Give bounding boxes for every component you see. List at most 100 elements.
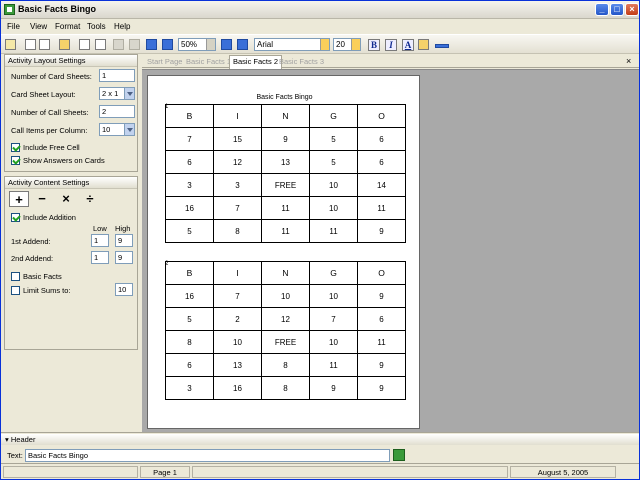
card-cell[interactable]: 11 [309,353,358,377]
addition-button[interactable]: + [9,191,29,207]
header-text-input[interactable]: Basic Facts Bingo [25,449,390,462]
call-items-select[interactable]: 10 [99,123,135,136]
card-cell[interactable]: 9 [309,376,358,400]
maximize-button[interactable]: □ [610,3,624,16]
card-cell[interactable]: FREE [261,330,310,354]
card-cell[interactable]: 6 [357,127,406,151]
menu-file[interactable]: File [7,22,20,31]
card-cell[interactable]: 9 [357,353,406,377]
card-cell[interactable]: 10 [213,330,262,354]
card-cell[interactable]: 10 [309,284,358,308]
page-icon[interactable] [79,39,90,50]
menu-format[interactable]: Format [55,22,80,31]
prev-page-icon[interactable] [129,39,140,50]
card-cell[interactable]: 7 [213,284,262,308]
zoom-select[interactable]: 50% [178,38,216,51]
paste-icon[interactable] [95,39,106,50]
first-addend-low-input[interactable]: 1 [91,234,109,247]
card-cell[interactable]: 9 [357,284,406,308]
card-cell[interactable]: 2 [213,307,262,331]
tab-basic-facts-2[interactable]: Basic Facts 2 [229,55,283,69]
zoom-out-icon[interactable] [237,39,248,50]
menu-view[interactable]: View [30,22,47,31]
tab-basic-facts-1[interactable]: Basic Facts 1 [183,56,234,68]
new-icon[interactable] [5,39,16,50]
tab-basic-facts-3[interactable]: Basic Facts 3 [276,56,327,68]
open-icon[interactable] [25,39,36,50]
card-sheet-layout-select[interactable]: 2 x 1 [99,87,135,100]
close-tab-icon[interactable]: × [626,56,631,66]
show-answers-checkbox[interactable] [11,156,20,165]
card-cell[interactable]: 13 [213,353,262,377]
card-cell[interactable]: 3 [165,173,214,197]
tab-start-page[interactable]: Start Page [144,56,185,68]
card-cell[interactable]: 11 [261,196,310,220]
card-cell[interactable]: 7 [309,307,358,331]
minimize-button[interactable]: _ [595,3,609,16]
card-cell[interactable]: 5 [309,127,358,151]
card-cell[interactable]: 8 [165,330,214,354]
include-addition-checkbox[interactable] [11,213,20,222]
card-cell[interactable]: 11 [309,219,358,243]
italic-button[interactable]: I [385,39,397,51]
card-cell[interactable]: 14 [357,173,406,197]
zoom-in-icon[interactable] [221,39,232,50]
card-cell[interactable]: 8 [261,376,310,400]
card-cell[interactable]: 16 [165,284,214,308]
card-cell[interactable]: 10 [309,173,358,197]
second-addend-high-input[interactable]: 9 [115,251,133,264]
card-cell[interactable]: 9 [261,127,310,151]
card-cell[interactable]: FREE [261,173,310,197]
card-cell[interactable]: 5 [165,219,214,243]
subtraction-button[interactable]: − [32,191,52,207]
card-cell[interactable]: 16 [165,196,214,220]
card-cell[interactable]: 3 [165,376,214,400]
card-cell[interactable]: 12 [261,307,310,331]
basic-facts-checkbox[interactable] [11,272,20,281]
first-addend-high-input[interactable]: 9 [115,234,133,247]
next-page-icon[interactable] [146,39,157,50]
include-free-cell-checkbox[interactable] [11,143,20,152]
card-cell[interactable]: 15 [213,127,262,151]
card-cell[interactable]: 8 [213,219,262,243]
menu-tools[interactable]: Tools [87,22,106,31]
line-style-icon[interactable] [435,44,449,48]
num-card-sheets-input[interactable]: 1 [99,69,135,82]
card-cell[interactable]: 16 [213,376,262,400]
bold-button[interactable]: B [368,39,380,51]
card-cell[interactable]: 6 [165,150,214,174]
division-button[interactable]: ÷ [80,191,100,207]
card-cell[interactable]: 11 [261,219,310,243]
last-page-icon[interactable] [162,39,173,50]
card-cell[interactable]: 7 [165,127,214,151]
card-cell[interactable]: 9 [357,219,406,243]
card-cell[interactable]: 7 [213,196,262,220]
card-cell[interactable]: 12 [213,150,262,174]
card-cell[interactable]: 6 [357,150,406,174]
wizard-icon[interactable] [59,39,70,50]
num-call-sheets-input[interactable]: 2 [99,105,135,118]
card-cell[interactable]: 10 [309,196,358,220]
card-cell[interactable]: 6 [165,353,214,377]
limit-sums-input[interactable]: 10 [115,283,133,296]
highlight-icon[interactable] [418,39,429,50]
card-cell[interactable]: 9 [357,376,406,400]
limit-sums-checkbox[interactable] [11,286,20,295]
card-cell[interactable]: 13 [261,150,310,174]
card-cell[interactable]: 6 [357,307,406,331]
card-cell[interactable]: 11 [357,330,406,354]
card-cell[interactable]: 10 [261,284,310,308]
card-cell[interactable]: 11 [357,196,406,220]
multiplication-button[interactable]: × [56,191,76,207]
header-panel-toggle[interactable]: ▾ Header [1,434,639,445]
underline-button[interactable]: A [402,39,414,51]
card-cell[interactable]: 5 [309,150,358,174]
card-cell[interactable]: 3 [213,173,262,197]
card-cell[interactable]: 8 [261,353,310,377]
font-select[interactable]: Arial [254,38,330,51]
close-button[interactable]: × [625,3,639,16]
card-cell[interactable]: 5 [165,307,214,331]
copy-icon[interactable] [39,39,50,50]
second-addend-low-input[interactable]: 1 [91,251,109,264]
first-page-icon[interactable] [113,39,124,50]
